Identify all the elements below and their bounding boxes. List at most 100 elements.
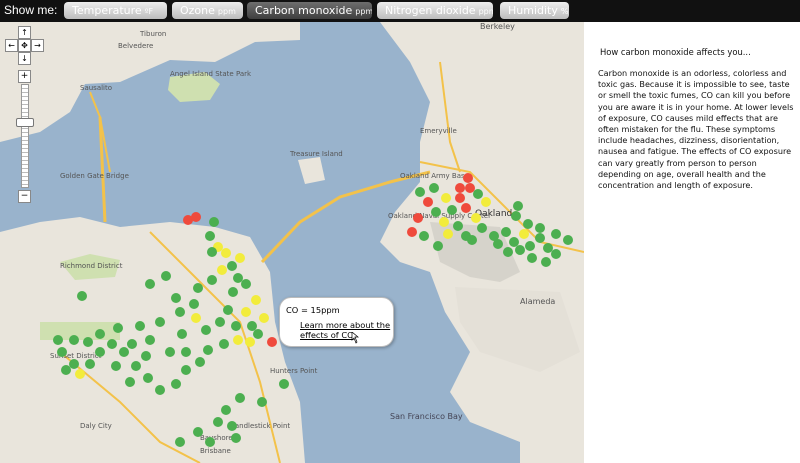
sensor-dot[interactable] — [433, 241, 443, 251]
sensor-dot[interactable] — [189, 299, 199, 309]
sensor-dot[interactable] — [75, 369, 85, 379]
sensor-dot[interactable] — [227, 421, 237, 431]
sensor-dot[interactable] — [228, 287, 238, 297]
sensor-dot[interactable] — [145, 279, 155, 289]
sensor-dot[interactable] — [455, 183, 465, 193]
sensor-dot[interactable] — [209, 217, 219, 227]
sensor-dot[interactable] — [471, 213, 481, 223]
sensor-dot[interactable] — [171, 293, 181, 303]
sensor-dot[interactable] — [231, 321, 241, 331]
sensor-dot[interactable] — [233, 335, 243, 345]
sensor-dot[interactable] — [543, 243, 553, 253]
sensor-dot[interactable] — [523, 219, 533, 229]
sensor-dot[interactable] — [423, 197, 433, 207]
sensor-dot[interactable] — [221, 248, 231, 258]
sensor-dot[interactable] — [107, 339, 117, 349]
sensor-dot[interactable] — [463, 173, 473, 183]
sensor-dot[interactable] — [235, 253, 245, 263]
sensor-dot[interactable] — [223, 305, 233, 315]
sensor-dot[interactable] — [127, 339, 137, 349]
sensor-dot[interactable] — [535, 223, 545, 233]
sensor-dot[interactable] — [419, 231, 429, 241]
sensor-dot[interactable] — [193, 283, 203, 293]
sensor-dot[interactable] — [465, 183, 475, 193]
sensor-dot[interactable] — [493, 239, 503, 249]
sensor-dot[interactable] — [413, 213, 423, 223]
sensor-dot[interactable] — [195, 357, 205, 367]
sensor-dot[interactable] — [219, 339, 229, 349]
sensor-dot[interactable] — [461, 203, 471, 213]
sensor-dot[interactable] — [525, 241, 535, 251]
sensor-dot[interactable] — [551, 229, 561, 239]
sensor-dot[interactable] — [259, 313, 269, 323]
sensor-dot[interactable] — [503, 247, 513, 257]
sensor-dot[interactable] — [69, 359, 79, 369]
sensor-dot[interactable] — [181, 365, 191, 375]
sensor-dot[interactable] — [527, 253, 537, 263]
sensor-dot[interactable] — [501, 227, 511, 237]
sensor-dot[interactable] — [431, 207, 441, 217]
sensor-dot[interactable] — [131, 361, 141, 371]
sensor-dot[interactable] — [473, 189, 483, 199]
sensor-dot[interactable] — [135, 321, 145, 331]
sensor-dot[interactable] — [119, 347, 129, 357]
sensor-dot[interactable] — [407, 227, 417, 237]
sensor-dot[interactable] — [205, 231, 215, 241]
sensor-dot[interactable] — [207, 247, 217, 257]
sensor-dot[interactable] — [171, 379, 181, 389]
sensor-dot[interactable] — [191, 313, 201, 323]
tab-humidity[interactable]: Humidity% — [500, 2, 569, 19]
sensor-dot[interactable] — [85, 359, 95, 369]
sensor-dot[interactable] — [125, 377, 135, 387]
sensor-dot[interactable] — [443, 229, 453, 239]
sensor-dot[interactable] — [77, 291, 87, 301]
sensor-dot[interactable] — [201, 325, 211, 335]
sensor-dot[interactable] — [455, 193, 465, 203]
sensor-dot[interactable] — [177, 329, 187, 339]
sensor-dot[interactable] — [215, 317, 225, 327]
sensor-dot[interactable] — [221, 405, 231, 415]
sensor-dot[interactable] — [193, 427, 203, 437]
sensor-dot[interactable] — [175, 437, 185, 447]
sensor-dot[interactable] — [477, 223, 487, 233]
sensor-dot[interactable] — [535, 233, 545, 243]
sensor-dot[interactable] — [231, 433, 241, 443]
sensor-dot[interactable] — [467, 235, 477, 245]
sensor-dot[interactable] — [217, 265, 227, 275]
sensor-dot[interactable] — [205, 437, 215, 447]
sensor-dot[interactable] — [207, 275, 217, 285]
sensor-dot[interactable] — [511, 211, 521, 221]
sensor-dot[interactable] — [253, 329, 263, 339]
sensor-dot[interactable] — [515, 245, 525, 255]
sensor-dot[interactable] — [181, 347, 191, 357]
sensor-dot[interactable] — [155, 317, 165, 327]
sensor-dot[interactable] — [145, 335, 155, 345]
sensor-dot[interactable] — [453, 221, 463, 231]
sensor-dot[interactable] — [57, 347, 67, 357]
sensor-dot[interactable] — [227, 261, 237, 271]
sensor-dot[interactable] — [233, 273, 243, 283]
sensor-dot[interactable] — [155, 385, 165, 395]
tab-nitrogen-dioxide[interactable]: Nitrogen dioxide ppm — [377, 2, 493, 19]
sensor-dot[interactable] — [247, 321, 257, 331]
sensor-dot[interactable] — [241, 307, 251, 317]
sensor-dot[interactable] — [563, 235, 573, 245]
sensor-dot[interactable] — [441, 193, 451, 203]
map-view[interactable]: Berkeley Emeryville Oakland Alameda San … — [0, 22, 584, 463]
sensor-dot[interactable] — [279, 379, 289, 389]
sensor-dot[interactable] — [53, 335, 63, 345]
tab-ozone[interactable]: Ozone ppm — [172, 2, 243, 19]
sensor-dot[interactable] — [61, 365, 71, 375]
sensor-dot[interactable] — [245, 337, 255, 347]
sensor-dot[interactable] — [191, 212, 201, 222]
sensor-dot[interactable] — [213, 417, 223, 427]
tab-temperature[interactable]: Temperature ºF — [64, 2, 167, 19]
sensor-dot[interactable] — [165, 347, 175, 357]
sensor-dot[interactable] — [141, 351, 151, 361]
sensor-dot[interactable] — [509, 237, 519, 247]
sensor-dot[interactable] — [95, 347, 105, 357]
sensor-dot[interactable] — [241, 279, 251, 289]
sensor-dot[interactable] — [83, 337, 93, 347]
sensor-dot[interactable] — [203, 345, 213, 355]
sensor-dot[interactable] — [143, 373, 153, 383]
